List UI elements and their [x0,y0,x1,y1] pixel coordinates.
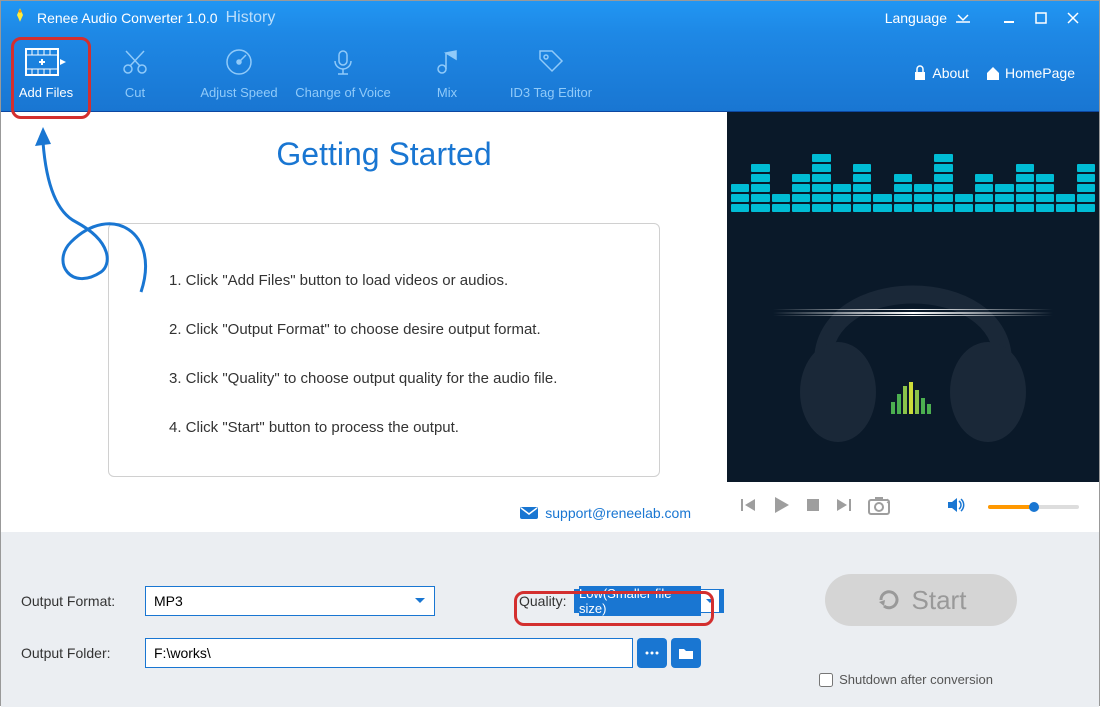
chevron-down-icon [414,597,426,605]
output-format-value: MP3 [154,593,183,609]
film-plus-icon [24,45,68,79]
add-files-label: Add Files [19,85,73,100]
step-4: 4. Click "Start" button to process the o… [169,419,599,436]
output-format-label: Output Format: [21,593,145,609]
app-title: Renee Audio Converter 1.0.0 [37,10,218,26]
add-files-button[interactable]: Add Files [9,38,83,108]
open-folder-button[interactable] [671,638,701,668]
chevron-down-icon [701,590,719,612]
start-button[interactable]: Start [825,574,1017,626]
shutdown-checkbox[interactable]: Shutdown after conversion [819,672,993,687]
about-button[interactable]: About [912,65,969,81]
cut-label: Cut [125,85,145,100]
id3-tag-button[interactable]: ID3 Tag Editor [499,38,603,108]
headphones-icon [783,222,1043,462]
folder-icon [678,646,694,660]
quality-label: Quality: [519,593,574,609]
id3-label: ID3 Tag Editor [510,85,592,100]
preview-artwork [727,112,1099,482]
app-logo-icon [11,6,37,29]
output-folder-label: Output Folder: [21,645,145,661]
step-1: 1. Click "Add Files" button to load vide… [169,272,599,289]
tag-icon [536,45,566,79]
support-email: support@reneelab.com [545,505,691,521]
step-2: 2. Click "Output Format" to choose desir… [169,321,599,338]
history-link[interactable]: History [226,9,276,27]
adjust-speed-button[interactable]: Adjust Speed [187,38,291,108]
support-link[interactable]: support@reneelab.com [61,505,691,521]
output-format-select[interactable]: MP3 [145,586,435,616]
language-label: Language [885,10,947,26]
adjust-speed-label: Adjust Speed [200,85,277,100]
start-label: Start [912,585,967,616]
speedometer-icon [224,45,254,79]
mix-icon [432,45,462,79]
output-folder-value: F:\works\ [154,645,211,661]
mail-icon [519,506,539,520]
change-voice-label: Change of Voice [295,85,390,100]
close-button[interactable] [1057,2,1089,34]
browse-button[interactable] [637,638,667,668]
snapshot-button[interactable] [867,495,891,520]
homepage-button[interactable]: HomePage [985,65,1075,81]
language-dropdown[interactable]: Language [885,10,973,26]
about-label: About [932,65,969,81]
next-button[interactable] [835,496,853,519]
refresh-icon [876,587,902,613]
scissors-icon [120,45,150,79]
prev-button[interactable] [739,496,757,519]
home-icon [985,65,1001,81]
lock-icon [912,65,928,81]
getting-started-box: 1. Click "Add Files" button to load vide… [108,223,660,477]
getting-started-title: Getting Started [61,136,707,173]
minimize-button[interactable] [993,2,1025,34]
shutdown-checkbox-input[interactable] [819,673,833,687]
quality-select[interactable]: Low(Smaller file size) [574,589,724,613]
maximize-button[interactable] [1025,2,1057,34]
change-voice-button[interactable]: Change of Voice [291,38,395,108]
volume-icon[interactable] [946,496,966,519]
stop-button[interactable] [805,497,821,518]
homepage-label: HomePage [1005,65,1075,81]
output-folder-input[interactable]: F:\works\ [145,638,633,668]
step-3: 3. Click "Quality" to choose output qual… [169,370,599,387]
cut-button[interactable]: Cut [83,38,187,108]
volume-slider[interactable] [988,505,1079,509]
shutdown-label: Shutdown after conversion [839,672,993,687]
play-button[interactable] [771,495,791,520]
mix-button[interactable]: Mix [395,38,499,108]
quality-value: Low(Smaller file size) [579,586,701,616]
microphone-icon [328,45,358,79]
mix-label: Mix [437,85,457,100]
